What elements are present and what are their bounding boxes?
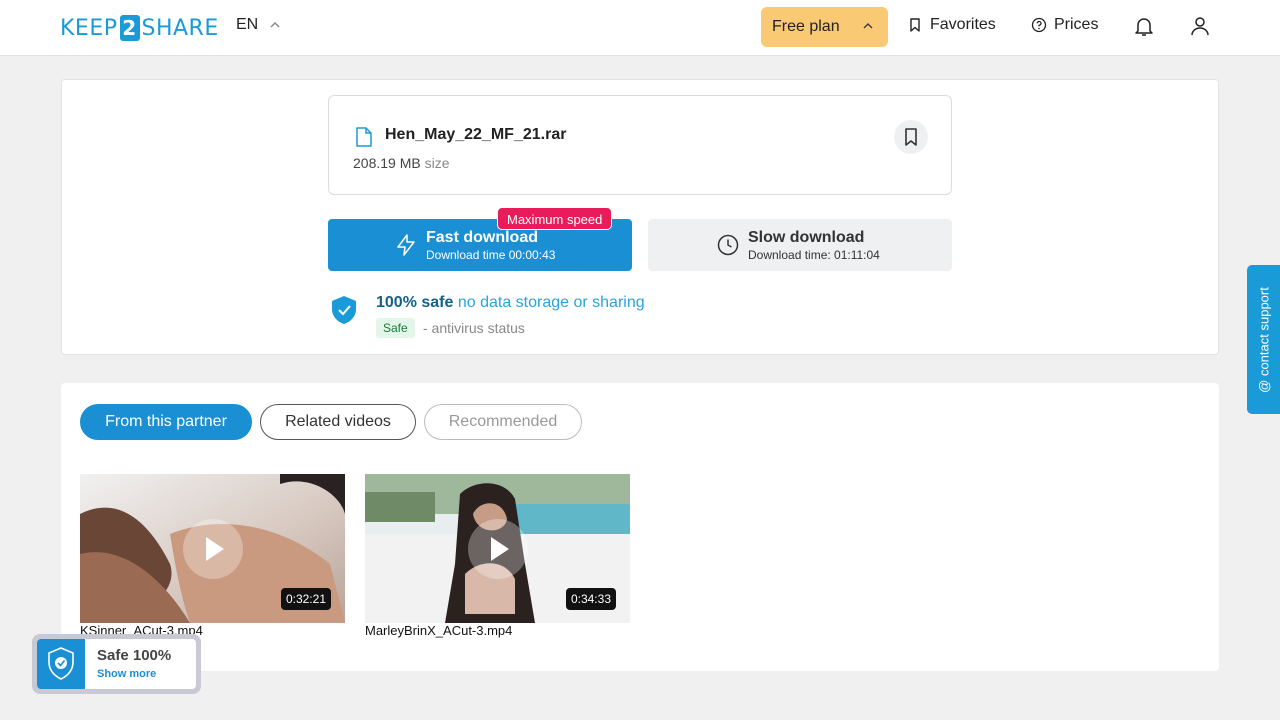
language-selector[interactable]: EN — [236, 16, 282, 34]
tab-recommended[interactable]: Recommended — [424, 404, 582, 440]
file-name: Hen_May_22_MF_21.rar — [385, 126, 567, 143]
safety-strong: 100% safe — [376, 294, 454, 311]
file-icon — [356, 127, 372, 147]
video-thumbnail[interactable]: 0:34:33 — [365, 474, 630, 623]
user-icon[interactable] — [1188, 14, 1212, 38]
slow-download-time: Download time: 01:11:04 — [748, 248, 880, 262]
shield-check-icon — [332, 296, 356, 324]
tab-related-videos[interactable]: Related videos — [260, 404, 416, 440]
question-icon — [1031, 17, 1047, 33]
safe-widget-title: Safe 100% — [97, 647, 172, 664]
file-size: 208.19 MB size — [353, 155, 450, 171]
maximum-speed-badge: Maximum speed — [497, 207, 613, 230]
contact-support-tab[interactable]: @ contact support — [1247, 265, 1280, 414]
keep2share-logo[interactable]: KEEP 2 SHARE — [60, 15, 219, 41]
plan-label: Free plan — [772, 18, 840, 35]
prices-link[interactable]: Prices — [1031, 16, 1098, 34]
play-button[interactable] — [467, 518, 528, 579]
file-info-box: Hen_May_22_MF_21.rar 208.19 MB size — [328, 95, 952, 195]
chevron-up-icon — [270, 21, 280, 28]
safety-detail: no data storage or sharing — [457, 294, 645, 311]
contact-support-label: @ contact support — [1256, 286, 1271, 393]
favorites-label: Favorites — [930, 16, 996, 33]
safe-widget[interactable]: Safe 100% Show more — [32, 634, 201, 694]
video-duration: 0:34:33 — [565, 588, 616, 610]
free-plan-button[interactable]: Free plan — [761, 7, 888, 47]
favorites-link[interactable]: Favorites — [907, 16, 996, 34]
top-header: KEEP 2 SHARE EN Free plan Favorites Prices — [0, 0, 1280, 56]
clock-icon — [717, 234, 739, 256]
slow-download-title: Slow download — [748, 229, 865, 246]
antivirus-status-label: - antivirus status — [423, 320, 525, 336]
add-favorite-button[interactable] — [894, 120, 928, 154]
shield-check-icon — [48, 647, 74, 680]
fast-download-title: Fast download — [426, 229, 538, 246]
video-duration: 0:32:21 — [280, 588, 331, 610]
lightning-icon — [397, 234, 415, 256]
bell-icon[interactable] — [1132, 14, 1156, 38]
video-thumbnail[interactable]: 0:32:21 — [80, 474, 345, 623]
logo-text-mid: 2 — [119, 15, 140, 41]
file-size-value: 208.19 MB — [353, 155, 421, 171]
video-title[interactable]: MarleyBrinX_ACut-3.mp4 — [365, 623, 512, 638]
play-icon — [205, 536, 224, 561]
bookmark-icon — [905, 128, 917, 146]
fast-download-time: Download time 00:00:43 — [426, 248, 556, 262]
safe-widget-inner: Safe 100% Show more — [37, 639, 196, 689]
bookmark-icon — [910, 18, 920, 32]
slow-download-button[interactable]: Slow download Download time: 01:11:04 — [648, 219, 952, 271]
logo-text-right: SHARE — [141, 15, 219, 41]
file-size-label: size — [424, 155, 450, 171]
prices-label: Prices — [1054, 16, 1099, 33]
show-more-link[interactable]: Show more — [97, 668, 156, 680]
antivirus-safe-tag: Safe — [376, 318, 415, 338]
chevron-up-icon — [863, 22, 873, 29]
play-button[interactable] — [182, 518, 243, 579]
play-icon — [490, 536, 509, 561]
language-label: EN — [236, 16, 259, 33]
safe-widget-badge — [37, 639, 85, 689]
tab-from-this-partner[interactable]: From this partner — [80, 404, 252, 440]
safety-statement: 100% safe no data storage or sharing — [376, 294, 645, 312]
logo-text-left: KEEP — [60, 15, 118, 41]
